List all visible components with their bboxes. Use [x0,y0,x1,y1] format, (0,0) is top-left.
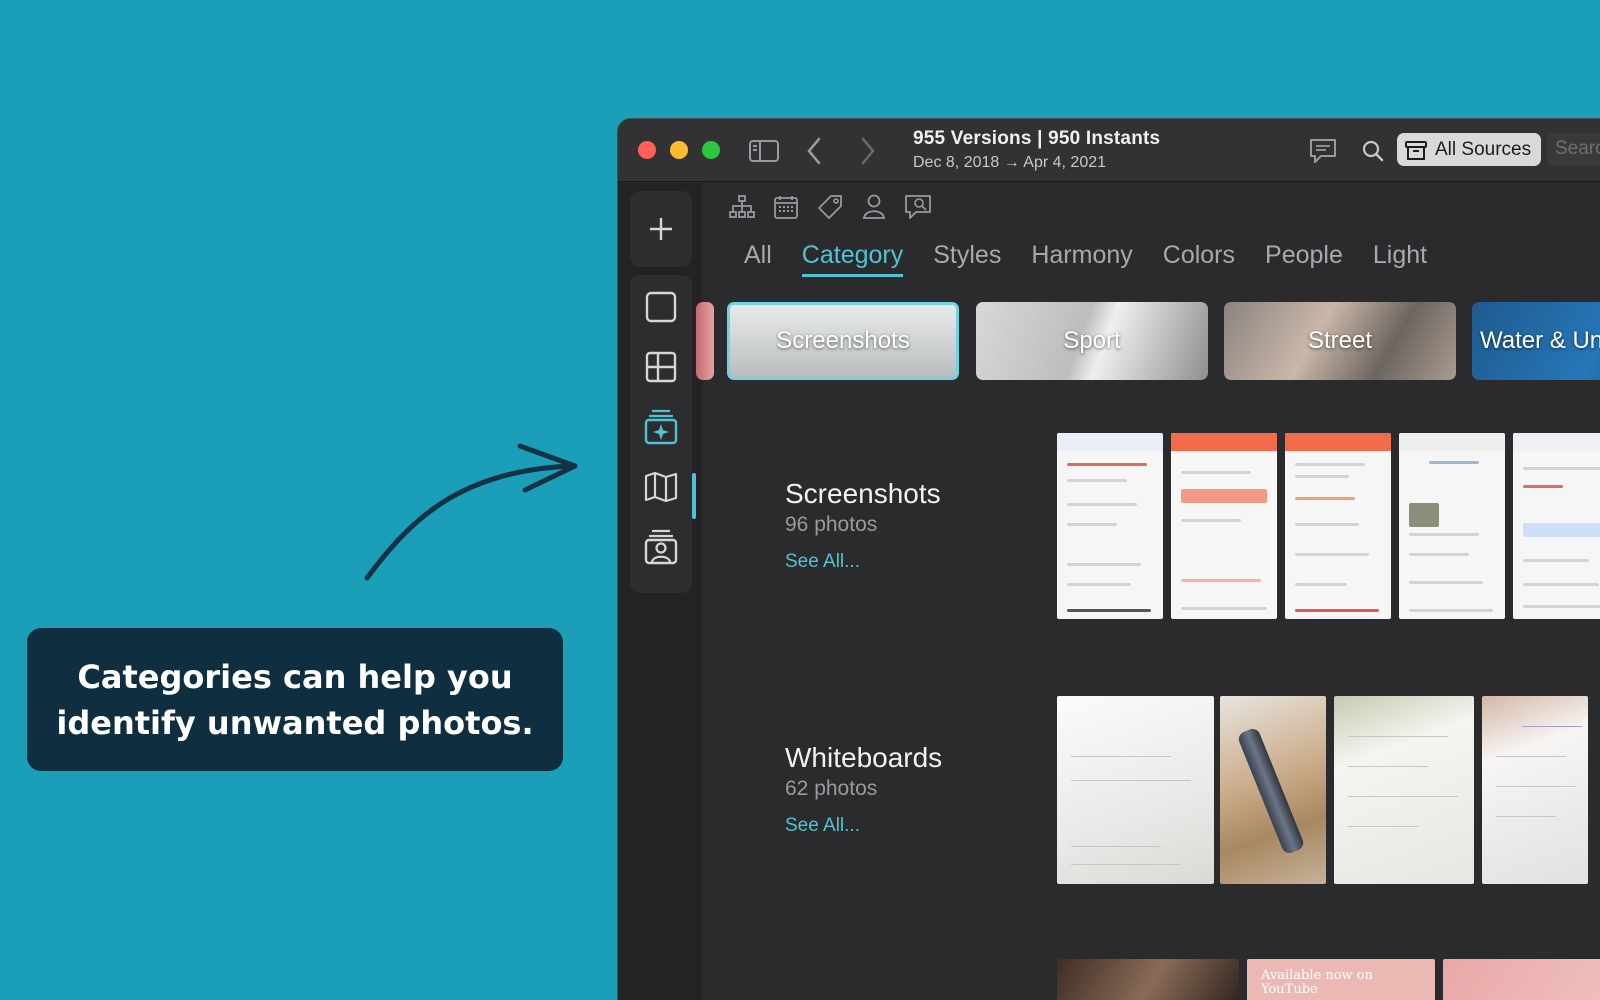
tab-colors[interactable]: Colors [1163,241,1235,277]
photo-thumbnail[interactable] [1057,959,1239,1000]
filter-toolbar [726,191,934,223]
photo-thumbnail[interactable] [1057,433,1163,619]
forward-chevron-icon[interactable] [852,135,884,167]
category-card-label: Water & Un [1480,327,1600,354]
map-icon[interactable] [641,467,681,507]
photo-thumbnail[interactable] [1513,433,1600,619]
main-content: All Category Styles Harmony Colors Peopl… [696,183,1600,1000]
tag-icon[interactable] [814,191,846,223]
search-icon[interactable] [1357,135,1389,167]
category-card-screenshots[interactable]: Screenshots [727,302,959,380]
all-sources-button[interactable]: All Sources [1397,133,1541,166]
tab-category[interactable]: Category [801,241,904,277]
add-icon[interactable] [641,209,681,249]
category-card-label: Sport [1063,327,1121,354]
category-card-label: Street [1307,327,1373,354]
section-title-whiteboards: Whiteboards [785,742,943,773]
title-bar: 955 Versions | 950 Instants Dec 8, 2018 … [618,119,1600,182]
sidebar-toggle-icon[interactable] [748,135,780,167]
category-card-street[interactable]: Street [1224,302,1456,380]
all-sources-label: All Sources [1435,138,1532,160]
search-input[interactable]: Search [1547,133,1600,166]
tab-harmony[interactable]: Harmony [1031,241,1132,277]
date-range: Dec 8, 2018 → Apr 4, 2021 [913,154,1107,171]
category-strip: Screenshots Sport Street Water & Un [696,300,1600,382]
category-tabs: All Category Styles Harmony Colors Peopl… [744,241,1427,277]
archive-box-icon [1405,140,1427,160]
photo-thumbnail[interactable] [1334,696,1474,884]
grid-view-icon[interactable] [641,347,681,387]
curved-arrow-icon [364,443,578,581]
minimize-window-button[interactable] [670,141,688,159]
hierarchy-icon[interactable] [726,191,758,223]
photo-thumbnail[interactable] [1443,959,1600,1000]
people-albums-icon[interactable] [641,527,681,567]
close-window-button[interactable] [638,141,656,159]
category-card-label: Screenshots [776,327,910,354]
sidebar [618,183,702,1000]
photo-thumbnail[interactable] [1171,433,1277,619]
zoom-window-button[interactable] [702,141,720,159]
photo-thumbnail[interactable] [1057,696,1214,884]
photo-thumbnail[interactable] [1482,696,1588,884]
photo-thumbnail[interactable]: Available now on YouTube [1247,959,1435,1000]
callout-line-1: Categories can help you [77,657,513,696]
section-title-screenshots: Screenshots [785,478,941,509]
section-count-screenshots: 96 photos [785,513,878,536]
photo-thumbnail[interactable] [1399,433,1505,619]
tab-light[interactable]: Light [1373,241,1427,277]
comments-icon[interactable] [1307,135,1339,167]
sidebar-active-indicator [692,473,696,519]
category-card-sport[interactable]: Sport [976,302,1208,380]
app-window: 955 Versions | 950 Instants Dec 8, 2018 … [617,118,1600,1000]
photo-thumbnail[interactable] [1285,433,1391,619]
person-icon[interactable] [858,191,890,223]
single-view-icon[interactable] [641,287,681,327]
thumbnail-caption: Available now on YouTube [1261,968,1373,997]
category-card-previous[interactable] [696,302,714,380]
callout-box: Categories can help you identify unwante… [27,628,563,771]
see-all-whiteboards-link[interactable]: See All... [785,815,860,837]
window-title: 955 Versions | 950 Instants [913,128,1161,149]
sidebar-add-group [630,191,692,267]
category-card-water[interactable]: Water & Un [1472,302,1600,380]
tab-styles[interactable]: Styles [933,241,1001,277]
tab-all[interactable]: All [744,241,772,277]
callout-line-2: identify unwanted photos. [56,703,534,742]
section-count-whiteboards: 62 photos [785,777,878,800]
smart-albums-icon[interactable] [641,407,681,447]
search-comments-icon[interactable] [902,191,934,223]
photo-thumbnail[interactable] [1220,696,1326,884]
see-all-screenshots-link[interactable]: See All... [785,551,860,573]
back-chevron-icon[interactable] [798,135,830,167]
sidebar-views-group [630,275,692,593]
calendar-icon[interactable] [770,191,802,223]
tab-people[interactable]: People [1265,241,1343,277]
